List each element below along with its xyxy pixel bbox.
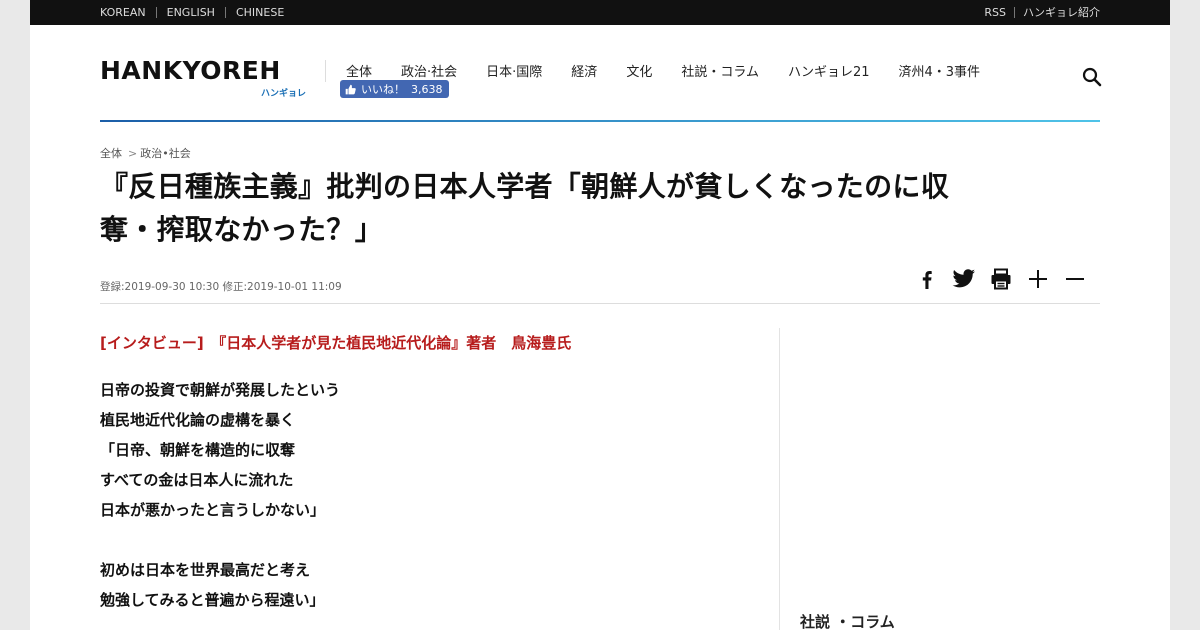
facebook-share-button[interactable] (915, 267, 939, 291)
top-right-links: RSS ハンギョレ紹介 (976, 0, 1100, 25)
article-tools (915, 267, 1100, 291)
thumbs-up-icon (345, 84, 356, 94)
nav-item-jeju43[interactable]: 済州4・3事件 (899, 61, 981, 80)
breadcrumb-section[interactable]: 政治•社会 (140, 147, 191, 160)
logo-subtitle: ハンギョレ (260, 89, 306, 99)
font-decrease-icon (1066, 278, 1084, 280)
nav-item-hankyoreh21[interactable]: ハンギョレ21 (788, 61, 870, 80)
twitter-icon (952, 269, 975, 288)
body-line: 「日帝、朝鮮を構造的に収奪 (100, 441, 296, 459)
nav-item-politics[interactable]: 政治·社会 (401, 61, 457, 80)
article-lead: [インタビュー] 『日本人学者が見た植民地近代化論』著者 鳥海豊氏 (100, 334, 572, 352)
font-decrease-button[interactable] (1063, 267, 1087, 291)
like-label: いいね！ (361, 83, 405, 96)
about-link[interactable]: ハンギョレ紹介 (1014, 7, 1100, 18)
lang-chinese-link[interactable]: CHINESE (224, 7, 294, 18)
header-divider (100, 120, 1100, 122)
breadcrumb-separator: > (128, 147, 138, 160)
nav-item-all[interactable]: 全体 (346, 61, 372, 80)
facebook-like-button[interactable]: いいね！ 3,638 (340, 80, 449, 98)
print-button[interactable] (989, 267, 1013, 291)
site-logo[interactable]: HANKYOREH ハンギョレ (100, 56, 310, 99)
body-line: 植民地近代化論の虚構を暴く (100, 411, 296, 429)
top-bar: KOREAN ENGLISH CHINESE RSS ハンギョレ紹介 (30, 0, 1170, 25)
body-line: 日本が悪かったと言うしかない」 (100, 501, 326, 519)
logo-divider (325, 60, 326, 82)
page: HANKYOREH ハンギョレ 全体 政治·社会 日本·国際 経済 文化 社説・… (30, 25, 1170, 630)
lang-english-link[interactable]: ENGLISH (155, 7, 225, 18)
main-nav: 全体 政治·社会 日本·国際 経済 文化 社説・コラム ハンギョレ21 済州4・… (346, 61, 1009, 80)
sidebar-heading[interactable]: 社説 ・コラム (800, 611, 895, 630)
rss-link[interactable]: RSS (976, 7, 1014, 18)
twitter-share-button[interactable] (952, 267, 976, 291)
like-count: 3,638 (411, 82, 443, 96)
print-icon (991, 268, 1011, 290)
language-links: KOREAN ENGLISH CHINESE (100, 0, 294, 25)
article-title: 『反日種族主義』批判の日本人学者「朝鮮人が貧しくなったのに収 奪・搾取なかった？… (100, 165, 1090, 251)
breadcrumb-root[interactable]: 全体 (100, 147, 122, 160)
body-line: 日帝の投資で朝鮮が発展したという (100, 381, 341, 399)
lang-korean-link[interactable]: KOREAN (100, 7, 156, 18)
nav-item-economy[interactable]: 経済 (571, 61, 597, 80)
font-increase-icon (1029, 270, 1047, 288)
nav-item-japan-intl[interactable]: 日本·国際 (486, 61, 542, 80)
sidebar-divider (779, 328, 780, 630)
article-title-line: 奪・搾取なかった？」 (100, 213, 384, 246)
search-icon[interactable] (1082, 67, 1102, 87)
article-body: [インタビュー] 『日本人学者が見た植民地近代化論』著者 鳥海豊氏 日帝の投資で… (100, 331, 760, 615)
nav-item-culture[interactable]: 文化 (626, 61, 652, 80)
article-dates: 登録:2019-09-30 10:30 修正:2019-10-01 11:09 (100, 281, 342, 293)
font-increase-button[interactable] (1026, 267, 1050, 291)
article-title-line: 『反日種族主義』批判の日本人学者「朝鮮人が貧しくなったのに収 (100, 170, 950, 203)
nav-item-editorial[interactable]: 社説・コラム (681, 61, 759, 80)
title-divider (100, 303, 1100, 304)
breadcrumb: 全体 > 政治•社会 (100, 145, 191, 161)
body-line: 勉強してみると普遍から程遠い」 (100, 591, 325, 609)
logo-wordmark: HANKYOREH (100, 56, 281, 85)
facebook-icon (922, 271, 932, 289)
body-line: 初めは日本を世界最高だと考え (100, 561, 311, 579)
body-line: すべての金は日本人に流れた (100, 471, 294, 489)
